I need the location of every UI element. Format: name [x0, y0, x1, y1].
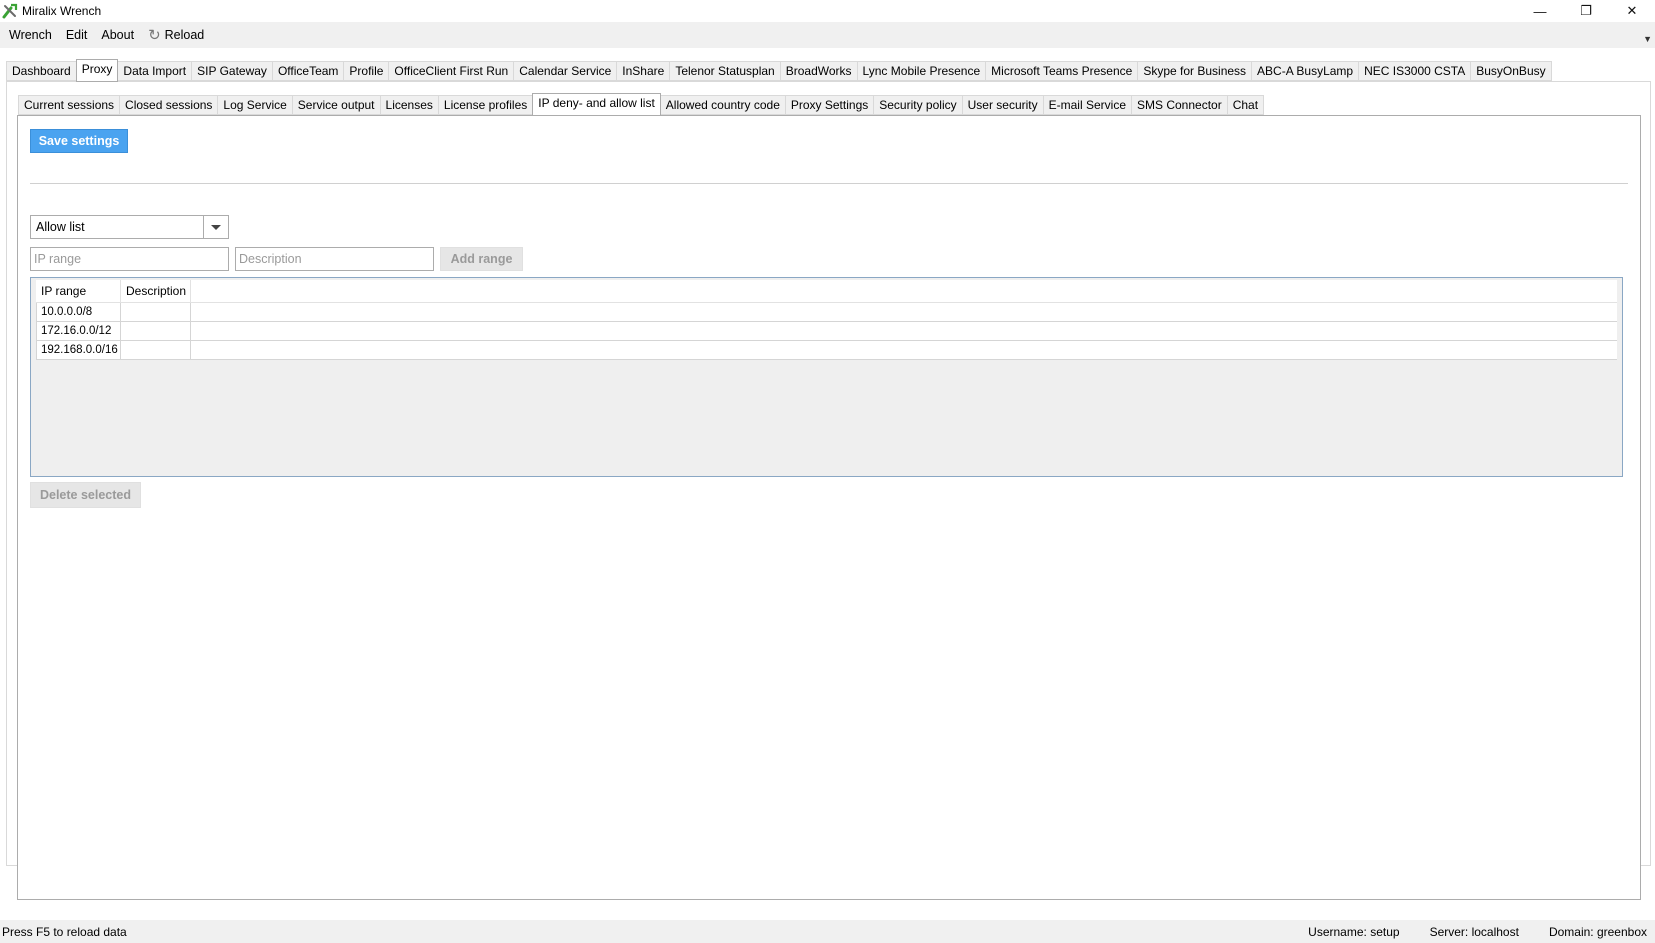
tab-abc-a-busylamp[interactable]: ABC-A BusyLamp	[1251, 61, 1359, 81]
app-window: Miralix Wrench — ❐ ✕ Wrench Edit About ↻…	[0, 0, 1655, 943]
subtab-log-service[interactable]: Log Service	[217, 95, 292, 115]
status-bar: Press F5 to reload data Username: setup …	[0, 920, 1655, 943]
list-type-dropdown[interactable]: Allow list	[30, 215, 229, 239]
description-input[interactable]	[235, 247, 434, 271]
tab-officeclient-first-run[interactable]: OfficeClient First Run	[388, 61, 514, 81]
close-button[interactable]: ✕	[1609, 0, 1655, 22]
subtab-e-mail-service[interactable]: E-mail Service	[1042, 95, 1131, 115]
cell-description[interactable]	[121, 341, 191, 359]
table-row[interactable]: 10.0.0.0/8	[36, 303, 1617, 322]
subtab-sms-connector[interactable]: SMS Connector	[1131, 95, 1227, 115]
tab-calendar-service[interactable]: Calendar Service	[513, 61, 617, 81]
tab-profile[interactable]: Profile	[343, 61, 389, 81]
ip-range-input[interactable]	[30, 247, 229, 271]
table-row[interactable]: 172.16.0.0/12	[36, 322, 1617, 341]
ip-range-grid[interactable]: IP range Description 10.0.0.0/8 172.16.0.…	[30, 277, 1623, 477]
toolbar-overflow-icon[interactable]: ▼	[1643, 34, 1652, 44]
reload-icon: ↻	[148, 26, 161, 44]
status-info: Username: setup Server: localhost Domain…	[1308, 920, 1647, 943]
delete-selected-button[interactable]: Delete selected	[30, 482, 141, 508]
tab-dashboard[interactable]: Dashboard	[6, 61, 76, 81]
subtab-chat[interactable]: Chat	[1226, 95, 1265, 115]
subtab-ip-deny-and-allow-list[interactable]: IP deny- and allow list	[532, 93, 661, 116]
status-hint: Press F5 to reload data	[2, 924, 127, 939]
cell-ip-range[interactable]: 192.168.0.0/16	[36, 341, 121, 359]
window-title: Miralix Wrench	[22, 4, 102, 18]
menu-about[interactable]: About	[94, 22, 141, 48]
subtab-current-sessions[interactable]: Current sessions	[18, 95, 120, 115]
tab-data-import[interactable]: Data Import	[117, 61, 192, 81]
subtab-license-profiles[interactable]: License profiles	[437, 95, 533, 115]
tab-proxy[interactable]: Proxy	[75, 59, 119, 82]
subtab-user-security[interactable]: User security	[961, 95, 1043, 115]
cell-ip-range[interactable]: 172.16.0.0/12	[36, 322, 121, 340]
column-header-filler	[191, 280, 1617, 302]
title-bar: Miralix Wrench — ❐ ✕	[0, 0, 1655, 22]
tab-nec-is3000-csta[interactable]: NEC IS3000 CSTA	[1358, 61, 1471, 81]
grid-rows: 10.0.0.0/8 172.16.0.0/12 192.168.0.0/16	[36, 303, 1617, 360]
tab-sip-gateway[interactable]: SIP Gateway	[191, 61, 272, 81]
save-settings-button[interactable]: Save settings	[30, 129, 128, 153]
list-type-value: Allow list	[36, 220, 85, 234]
reload-label: Reload	[164, 28, 205, 42]
tab-microsoft-teams-presence[interactable]: Microsoft Teams Presence	[985, 61, 1138, 81]
tab-officeteam[interactable]: OfficeTeam	[271, 61, 344, 81]
menu-bar: Wrench Edit About ↻ Reload ▼	[0, 22, 1655, 48]
status-username: Username: setup	[1308, 924, 1400, 939]
menu-edit[interactable]: Edit	[59, 22, 95, 48]
top-tab-strip: Dashboard Proxy Data Import SIP Gateway Offi…	[6, 59, 1552, 82]
column-header-description[interactable]: Description	[121, 280, 191, 302]
tab-skype-for-business[interactable]: Skype for Business	[1137, 61, 1252, 81]
cell-filler	[191, 303, 1617, 321]
wrench-app-icon	[2, 3, 18, 19]
sub-tab-strip: Current sessions Closed sessions Log Servi…	[18, 93, 1265, 116]
restore-button[interactable]: ❐	[1563, 0, 1609, 22]
add-range-button[interactable]: Add range	[440, 247, 523, 271]
cell-ip-range[interactable]: 10.0.0.0/8	[36, 303, 121, 321]
tab-lync-mobile-presence[interactable]: Lync Mobile Presence	[856, 61, 986, 81]
status-server: Server: localhost	[1429, 924, 1519, 939]
menu-wrench[interactable]: Wrench	[2, 22, 59, 48]
subtab-allowed-country-code[interactable]: Allowed country code	[659, 95, 785, 115]
divider	[30, 183, 1628, 184]
table-row[interactable]: 192.168.0.0/16	[36, 341, 1617, 360]
sub-tab-panel	[17, 115, 1641, 900]
grid-header: IP range Description	[36, 280, 1617, 303]
window-controls: — ❐ ✕	[1517, 0, 1655, 22]
cell-description[interactable]	[121, 322, 191, 340]
tab-busyonbusy[interactable]: BusyOnBusy	[1470, 61, 1552, 81]
subtab-security-policy[interactable]: Security policy	[873, 95, 962, 115]
subtab-service-output[interactable]: Service output	[291, 95, 380, 115]
cell-filler	[191, 322, 1617, 340]
cell-description[interactable]	[121, 303, 191, 321]
cell-filler	[191, 341, 1617, 359]
column-header-ip-range[interactable]: IP range	[36, 280, 121, 302]
tab-inshare[interactable]: InShare	[616, 61, 670, 81]
subtab-proxy-settings[interactable]: Proxy Settings	[784, 95, 874, 115]
chevron-down-icon[interactable]	[203, 216, 228, 238]
subtab-closed-sessions[interactable]: Closed sessions	[119, 95, 218, 115]
reload-button[interactable]: ↻ Reload	[141, 22, 211, 48]
status-domain: Domain: greenbox	[1548, 924, 1647, 939]
subtab-licenses[interactable]: Licenses	[379, 95, 438, 115]
tab-telenor-statusplan[interactable]: Telenor Statusplan	[669, 61, 780, 81]
minimize-button[interactable]: —	[1517, 0, 1563, 22]
tab-broadworks[interactable]: BroadWorks	[779, 61, 857, 81]
